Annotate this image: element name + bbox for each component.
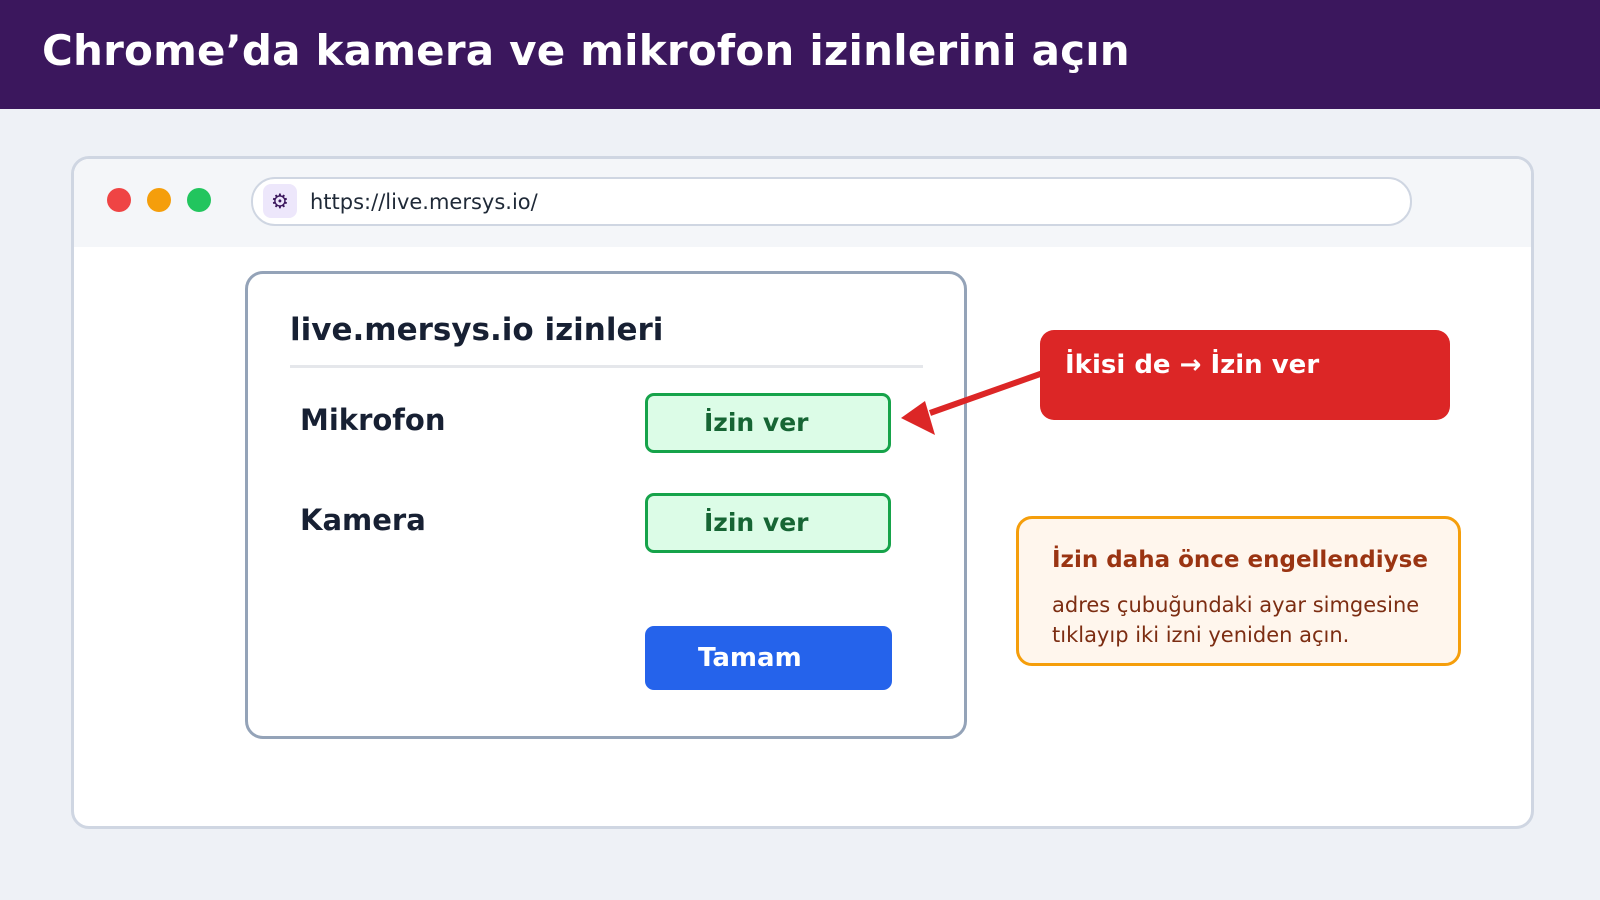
camera-allow-button[interactable]: İzin ver (645, 493, 891, 553)
microphone-label: Mikrofon (300, 403, 446, 437)
dialog-divider (290, 365, 923, 368)
maximize-window-button[interactable] (187, 188, 211, 212)
note-body: adres çubuğundaki ayar simgesine tıklayı… (1052, 590, 1452, 650)
site-settings-gear-icon[interactable]: ⚙ (263, 184, 297, 218)
url-text[interactable]: https://live.mersys.io/ (310, 190, 538, 214)
dialog-title: live.mersys.io izinleri (290, 312, 664, 348)
slide-title: Chrome’da kamera ve mikrofon izinlerini … (42, 26, 1130, 75)
note-title: İzin daha önce engellendiyse (1052, 547, 1428, 573)
blocked-note-box: İzin daha önce engellendiyse adres çubuğ… (1016, 516, 1461, 666)
callout-box: İkisi de → İzin ver (1040, 330, 1450, 420)
note-line-2: tıklayıp iki izni yeniden açın. (1052, 623, 1350, 647)
slide-header: Chrome’da kamera ve mikrofon izinlerini … (0, 0, 1600, 109)
note-line-1: adres çubuğundaki ayar simgesine (1052, 593, 1420, 617)
browser-toolbar: ⚙ https://live.mersys.io/ (74, 159, 1531, 247)
ok-button[interactable]: Tamam (645, 626, 892, 690)
browser-window: ⚙ https://live.mersys.io/ live.mersys.io… (71, 156, 1534, 829)
close-window-button[interactable] (107, 188, 131, 212)
permissions-dialog: live.mersys.io izinleri Mikrofon İzin ve… (245, 271, 967, 739)
callout-text: İkisi de → İzin ver (1065, 350, 1320, 380)
minimize-window-button[interactable] (147, 188, 171, 212)
address-bar[interactable]: ⚙ https://live.mersys.io/ (251, 177, 1412, 226)
camera-label: Kamera (300, 503, 426, 537)
microphone-allow-button[interactable]: İzin ver (645, 393, 891, 453)
